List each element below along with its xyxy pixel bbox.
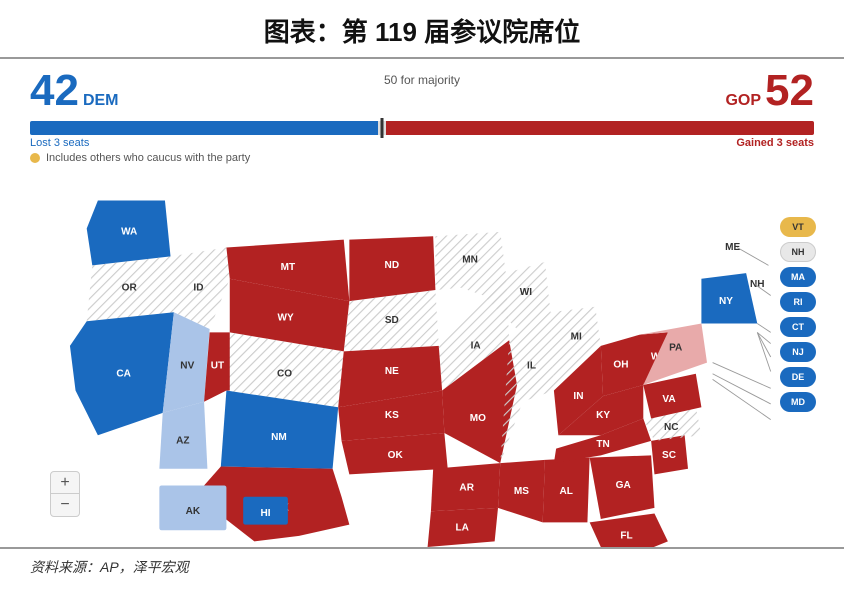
state-ga: [590, 455, 655, 519]
majority-label: 50 for majority: [384, 73, 460, 87]
state-ak: [159, 486, 226, 531]
state-nd: [349, 236, 435, 301]
state-md-row: MD: [780, 392, 816, 412]
nh-connector: [755, 284, 771, 295]
state-ny: [701, 273, 757, 323]
progress-bar: [30, 121, 814, 135]
state-nj-circle: NJ: [780, 342, 816, 362]
ny-connector: [757, 323, 770, 332]
state-ca: [70, 312, 174, 435]
page-title: 图表：第 119 届参议院席位: [0, 0, 844, 59]
us-map-container: WA OR CA ID NV AZ MT WY CO NM TX ND: [20, 167, 824, 547]
state-ct-circle: CT: [780, 317, 816, 337]
lost-seats-label: Lost 3 seats: [30, 137, 89, 149]
caucus-note: Includes others who caucus with the part…: [0, 149, 844, 167]
state-wa: [87, 201, 171, 266]
scoreboard: 42 DEM 50 for majority GOP 52: [0, 59, 844, 117]
state-hi: [243, 497, 288, 525]
gop-score: GOP 52: [725, 69, 814, 113]
caucus-dot-icon: [30, 153, 40, 163]
state-la: [428, 508, 498, 547]
state-ri-circle: RI: [780, 292, 816, 312]
zoom-controls: + −: [50, 471, 80, 517]
state-ma-row: MA: [780, 267, 816, 287]
zoom-out-button[interactable]: −: [51, 494, 79, 516]
state-nj-row: NJ: [780, 342, 816, 362]
majority-marker: [378, 121, 386, 135]
state-vt-circle: VT: [780, 217, 816, 237]
state-nh-circle: NH: [780, 242, 816, 262]
state-md-circle: MD: [780, 392, 816, 412]
state-ms: [498, 460, 545, 523]
gop-bar: [386, 121, 814, 135]
state-de-circle: DE: [780, 367, 816, 387]
dem-bar: [30, 121, 378, 135]
small-states-panel: VT NH MA RI CT NJ DE MD: [780, 217, 816, 412]
dem-score: 42 DEM: [30, 69, 119, 113]
dem-label: DEM: [83, 92, 119, 110]
zoom-in-button[interactable]: +: [51, 472, 79, 494]
seats-labels: Lost 3 seats Gained 3 seats: [0, 135, 844, 149]
state-or: [87, 256, 174, 321]
state-al: [543, 458, 590, 523]
state-ct-row: CT: [780, 317, 816, 337]
state-ar: [431, 463, 500, 511]
state-sc: [651, 435, 688, 474]
state-nh-row: NH: [780, 242, 816, 262]
us-map: WA OR CA ID NV AZ MT WY CO NM TX ND: [20, 167, 824, 547]
gop-label: GOP: [725, 92, 761, 110]
state-de-row: DE: [780, 367, 816, 387]
state-nh-text: NH: [750, 279, 765, 290]
gained-seats-label: Gained 3 seats: [736, 137, 814, 149]
nj-connector: [713, 363, 771, 389]
gop-number: 52: [765, 69, 814, 113]
me-connector: [737, 247, 768, 265]
state-ma-circle: MA: [780, 267, 816, 287]
state-vt-row: VT: [780, 217, 816, 237]
state-ri-row: RI: [780, 292, 816, 312]
dem-number: 42: [30, 69, 79, 113]
footer: 资料来源：AP，泽平宏观: [0, 547, 844, 585]
